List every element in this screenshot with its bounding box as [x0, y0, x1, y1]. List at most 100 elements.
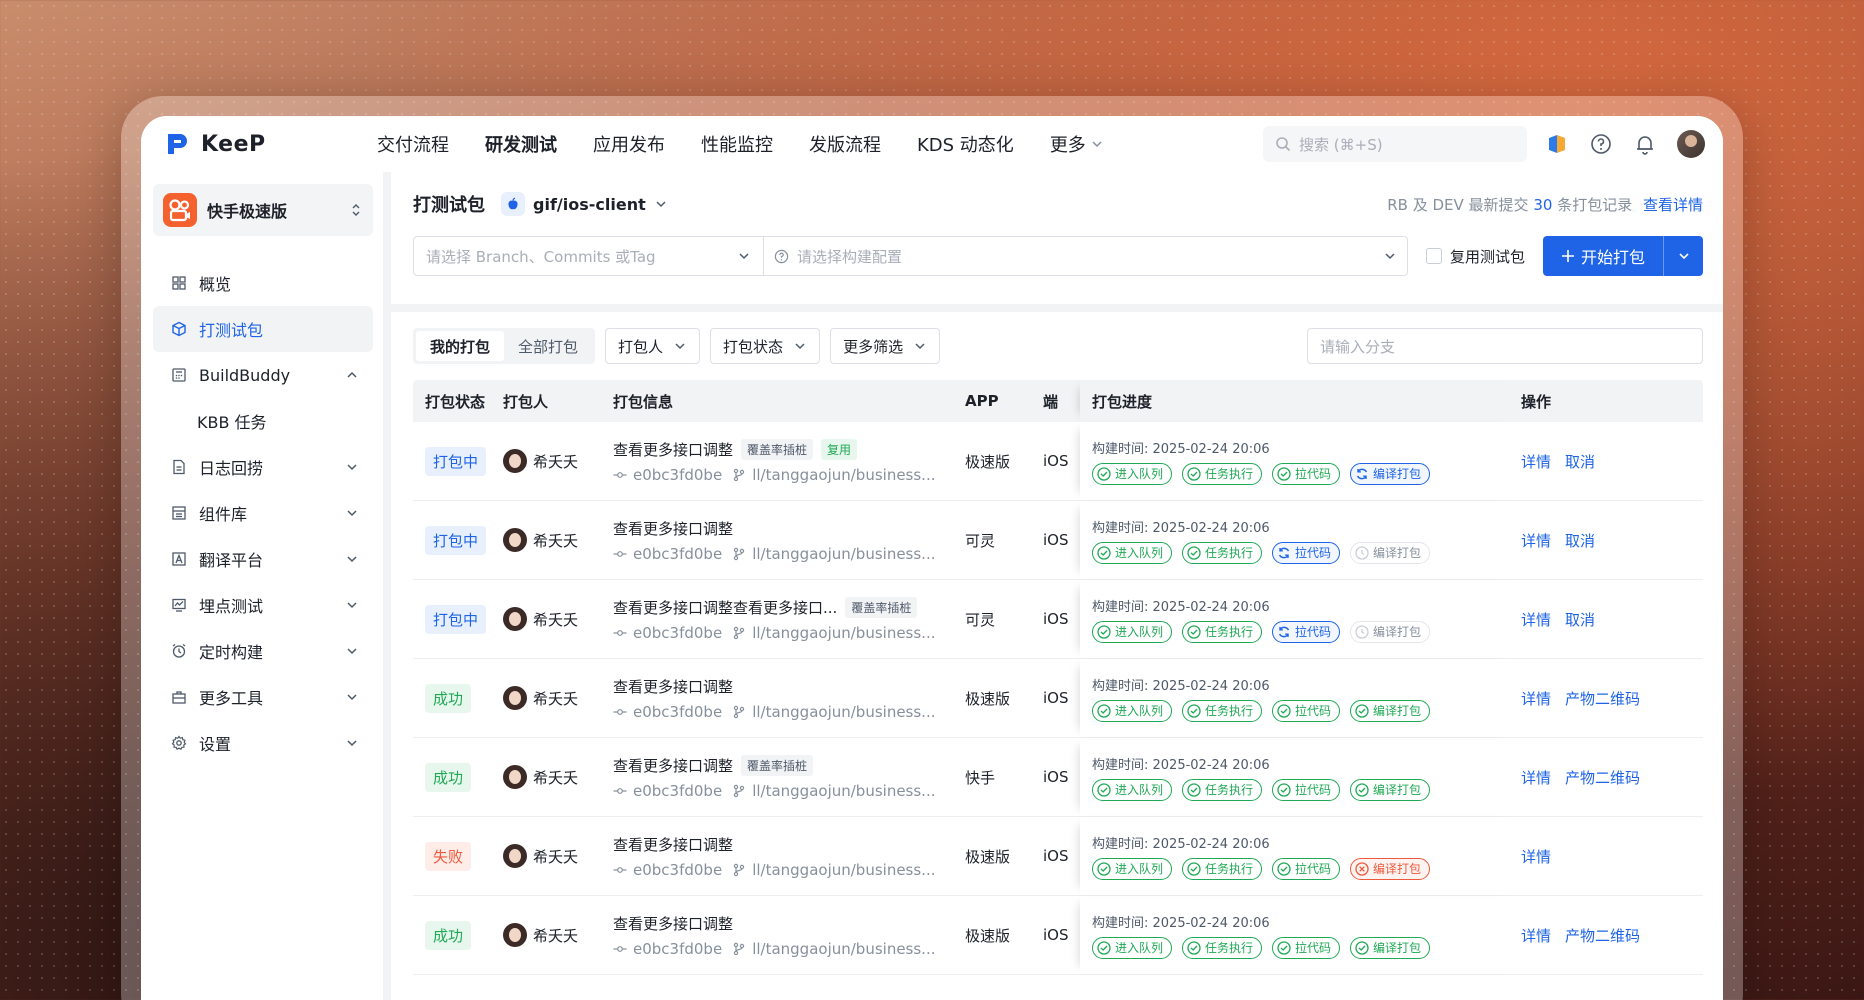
build-time-prefix: 构建时间: [1092, 757, 1153, 773]
chevron-down-icon [347, 464, 357, 471]
chevron-down-icon [795, 343, 805, 350]
sidebar-item-9[interactable]: 更多工具 [153, 674, 373, 720]
branch-name[interactable]: ll/tanggaojun/business... [752, 545, 935, 563]
branch-name[interactable]: ll/tanggaojun/business... [752, 624, 935, 642]
config-select[interactable]: 请选择构建配置 [764, 237, 1407, 275]
nav-item-3[interactable]: 性能监控 [701, 131, 773, 157]
build-title[interactable]: 查看更多接口调整 [613, 913, 733, 934]
sidebar-item-7[interactable]: 埋点测试 [153, 582, 373, 628]
bell-icon[interactable] [1633, 132, 1657, 156]
row-action-link[interactable]: 详情 [1521, 451, 1551, 472]
build-title[interactable]: 查看更多接口调整 [613, 676, 733, 697]
commit-hash[interactable]: e0bc3fd0be [633, 940, 722, 958]
tab-all-builds[interactable]: 全部打包 [504, 331, 592, 361]
nav-item-5[interactable]: KDS 动态化 [917, 131, 1014, 157]
repo-selector[interactable]: gif/ios-client [501, 192, 668, 216]
build-title[interactable]: 查看更多接口调整查看更多接口... [613, 597, 837, 618]
package-icon [171, 321, 187, 337]
row-action-link[interactable]: 取消 [1565, 451, 1595, 472]
build-title[interactable]: 查看更多接口调整 [613, 518, 733, 539]
chevron-down-icon [347, 602, 357, 609]
commit-hash[interactable]: e0bc3fd0be [633, 624, 722, 642]
progress-steps: 进入队列 任务执行 拉代码 编译打包 [1092, 462, 1521, 485]
status-badge: 成功 [425, 920, 472, 950]
note-count: 30 [1533, 195, 1553, 214]
progress-steps: 进入队列 任务执行 拉代码 编译打包 [1092, 620, 1521, 643]
table-row: 成功 希夭夭 查看更多接口调整 e0bc3fd0be ll/tanggaojun/bus… [413, 896, 1703, 975]
row-action-link[interactable]: 详情 [1521, 530, 1551, 551]
brand-logo[interactable]: KeeP [165, 131, 377, 157]
filter-status[interactable]: 打包状态 [710, 328, 821, 364]
start-build-dropdown[interactable] [1663, 236, 1703, 276]
start-build-button-group: 开始打包 [1542, 236, 1703, 276]
tab-my-builds[interactable]: 我的打包 [416, 331, 505, 361]
step-label: 编译打包 [1373, 704, 1422, 718]
reuse-package-checkbox[interactable]: 复用测试包 [1425, 246, 1525, 267]
build-title[interactable]: 查看更多接口调整 [613, 439, 733, 460]
row-action-link[interactable]: 详情 [1521, 767, 1551, 788]
branch-name[interactable]: ll/tanggaojun/business... [752, 703, 935, 721]
row-action-link[interactable]: 详情 [1521, 609, 1551, 630]
user-avatar[interactable] [1677, 130, 1705, 158]
check-circle-icon [1097, 703, 1111, 718]
row-action-link[interactable]: 取消 [1565, 609, 1595, 630]
sidebar-item-label: 翻译平台 [199, 551, 264, 570]
step-badge: 进入队列 [1092, 936, 1173, 959]
row-action-link[interactable]: 详情 [1521, 925, 1551, 946]
help-icon[interactable] [1589, 132, 1613, 156]
sidebar-item-3[interactable]: KBB 任务 [153, 398, 373, 444]
branch-search-input[interactable]: 请输入分支 [1307, 328, 1703, 364]
sidebar-item-0[interactable]: 概览 [153, 260, 373, 306]
commit-hash[interactable]: e0bc3fd0be [633, 861, 722, 879]
nav-item-4[interactable]: 发版流程 [809, 131, 881, 157]
info-tag: 覆盖率插桩 [845, 596, 918, 618]
sidebar-item-8[interactable]: 定时构建 [153, 628, 373, 674]
app-switcher[interactable]: 快手极速版 [153, 184, 373, 236]
step-badge: 拉代码 [1272, 699, 1341, 722]
sidebar-item-2[interactable]: BuildBuddy [153, 352, 373, 398]
step-badge: 任务执行 [1182, 620, 1263, 643]
nav-item-6[interactable]: 更多 [1050, 131, 1104, 157]
sidebar-item-10[interactable]: 设置 [153, 720, 373, 766]
row-action-link[interactable]: 取消 [1565, 530, 1595, 551]
view-details-link[interactable]: 查看详情 [1643, 196, 1703, 214]
branch-icon [733, 705, 745, 718]
nav-item-1[interactable]: 研发测试 [485, 131, 557, 157]
check-circle-icon [1187, 466, 1201, 481]
branch-select[interactable]: 请选择 Branch、Commits 或Tag [414, 237, 764, 275]
search-input[interactable]: 搜索 (⌘+S) [1263, 126, 1527, 162]
sidebar-item-label: KBB 任务 [197, 413, 267, 432]
sidebar-item-6[interactable]: 翻译平台 [153, 536, 373, 582]
row-action-link[interactable]: 产物二维码 [1565, 688, 1640, 709]
step-label: 任务执行 [1205, 862, 1254, 876]
sidebar-item-4[interactable]: 日志回捞 [153, 444, 373, 490]
row-action-link[interactable]: 产物二维码 [1565, 767, 1640, 788]
branch-name[interactable]: ll/tanggaojun/business... [752, 782, 935, 800]
kwai-app-icon[interactable] [1545, 132, 1569, 156]
nav-item-2[interactable]: 应用发布 [593, 131, 665, 157]
row-action-link[interactable]: 详情 [1521, 846, 1551, 867]
build-title[interactable]: 查看更多接口调整 [613, 755, 733, 776]
commit-hash[interactable]: e0bc3fd0be [633, 782, 722, 800]
col-status: 打包状态 [425, 392, 486, 411]
nav-item-0[interactable]: 交付流程 [377, 131, 449, 157]
filter-more[interactable]: 更多筛选 [830, 328, 941, 364]
branch-name[interactable]: ll/tanggaojun/business... [752, 466, 935, 484]
checkbox[interactable] [1425, 248, 1442, 264]
platform-cell: iOS [1043, 689, 1069, 707]
app-cell: 极速版 [965, 452, 1011, 471]
branch-name[interactable]: ll/tanggaojun/business... [752, 861, 935, 879]
sync-icon [1277, 625, 1291, 639]
row-action-link[interactable]: 产物二维码 [1565, 925, 1640, 946]
row-action-link[interactable]: 详情 [1521, 688, 1551, 709]
commit-hash[interactable]: e0bc3fd0be [633, 703, 722, 721]
sidebar-item-1[interactable]: 打测试包 [153, 306, 373, 352]
filter-builder[interactable]: 打包人 [605, 328, 701, 364]
build-title[interactable]: 查看更多接口调整 [613, 834, 733, 855]
start-build-button[interactable]: 开始打包 [1542, 236, 1663, 276]
build-table: 打包状态 打包人 打包信息 APP 端 打包进度 操作 打包中 希夭夭 查看更多接口… [413, 380, 1703, 975]
commit-hash[interactable]: e0bc3fd0be [633, 545, 722, 563]
commit-hash[interactable]: e0bc3fd0be [633, 466, 722, 484]
sidebar-item-5[interactable]: 组件库 [153, 490, 373, 536]
branch-name[interactable]: ll/tanggaojun/business... [752, 940, 935, 958]
